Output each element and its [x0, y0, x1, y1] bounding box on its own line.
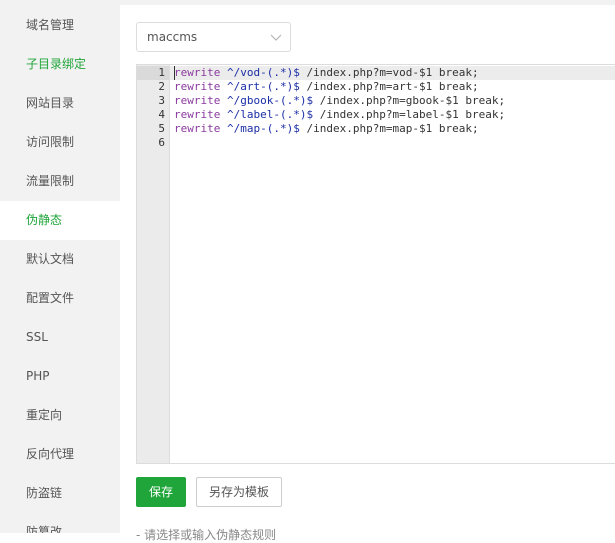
sidebar-item-default-document[interactable]: 默认文档 [0, 240, 120, 279]
chevron-down-icon [270, 34, 282, 41]
sidebar-item-config-file[interactable]: 配置文件 [0, 279, 120, 318]
code-line[interactable]: rewrite ^/label-(.*)$ /index.php?m=label… [174, 108, 505, 122]
code-line[interactable]: rewrite ^/art-(.*)$ /index.php?m=art-$1 … [174, 80, 479, 94]
rewrite-rule-select-value: maccms [147, 30, 198, 44]
settings-sidebar: 域名管理 子目录绑定 网站目录 访问限制 流量限制 伪静态 默认文档 配置文件 … [0, 0, 120, 533]
sidebar-item-domain-management[interactable]: 域名管理 [0, 6, 120, 45]
line-number: 4 [158, 108, 165, 121]
code-line[interactable]: rewrite ^/map-(.*)$ /index.php?m=map-$1 … [174, 122, 479, 136]
line-number: 2 [158, 80, 165, 93]
rewrite-rule-select[interactable]: maccms [136, 22, 291, 52]
sidebar-item-site-directory[interactable]: 网站目录 [0, 84, 120, 123]
sidebar-item-tamper-protection[interactable]: 防篡改 [0, 513, 120, 533]
top-divider [120, 0, 615, 5]
sidebar-item-rewrite[interactable]: 伪静态 [0, 201, 120, 240]
save-as-template-button[interactable]: 另存为模板 [196, 477, 282, 507]
sidebar-item-php[interactable]: PHP [0, 357, 120, 396]
code-line[interactable]: rewrite ^/gbook-(.*)$ /index.php?m=gbook… [174, 94, 505, 108]
sidebar-item-reverse-proxy[interactable]: 反向代理 [0, 435, 120, 474]
line-number: 6 [158, 136, 165, 149]
sidebar-item-subdirectory-binding[interactable]: 子目录绑定 [0, 45, 120, 84]
rewrite-hint-text: - 请选择或输入伪静态规则 [136, 528, 277, 542]
line-number: 1 [158, 66, 165, 79]
rewrite-code-editor[interactable]: 1 2 3 4 5 6 rewrite ^/vod-(.*)$ /index.p… [136, 64, 615, 464]
sidebar-item-traffic-limit[interactable]: 流量限制 [0, 162, 120, 201]
sidebar-item-access-restriction[interactable]: 访问限制 [0, 123, 120, 162]
sidebar-item-ssl[interactable]: SSL [0, 318, 120, 357]
line-number: 5 [158, 122, 165, 135]
code-line[interactable]: rewrite ^/vod-(.*)$ /index.php?m=vod-$1 … [174, 66, 479, 80]
sidebar-item-redirect[interactable]: 重定向 [0, 396, 120, 435]
sidebar-item-hotlink-protection[interactable]: 防盗链 [0, 474, 120, 513]
line-number: 3 [158, 94, 165, 107]
save-button[interactable]: 保存 [136, 477, 186, 507]
